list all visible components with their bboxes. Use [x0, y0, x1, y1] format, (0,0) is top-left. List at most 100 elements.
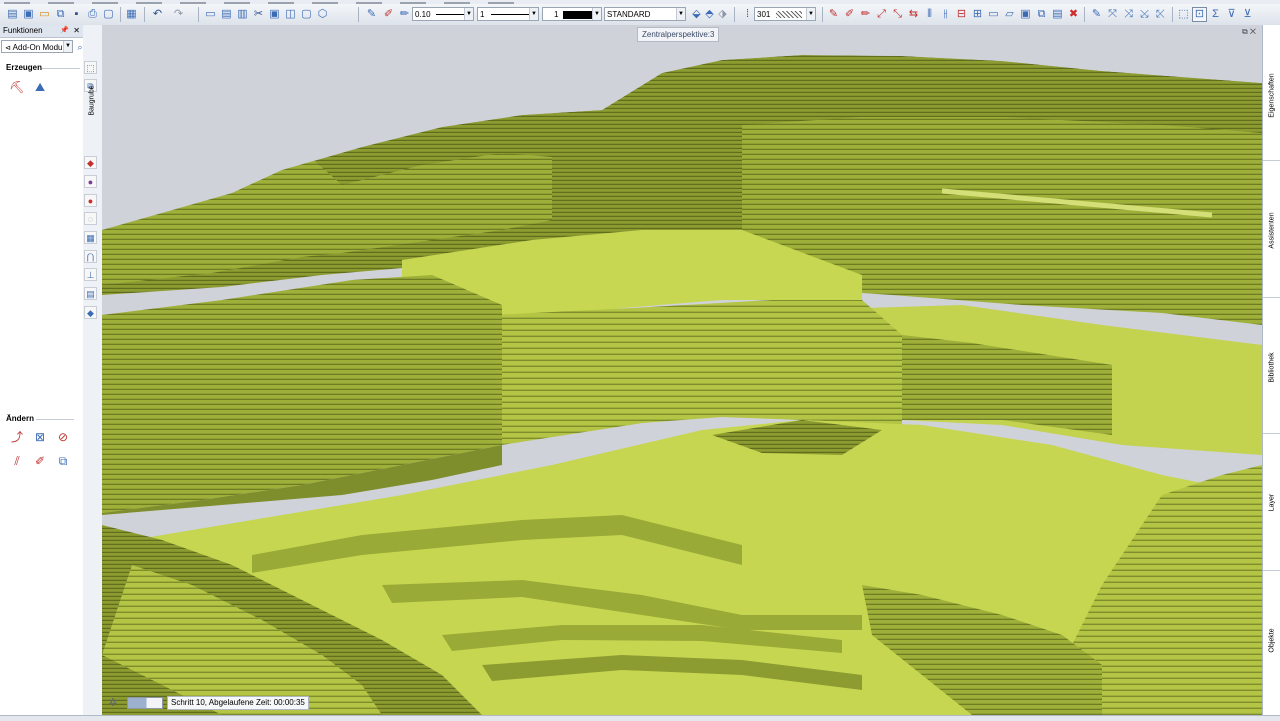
- modify-icon[interactable]: ⊟: [954, 7, 969, 22]
- cut-icon[interactable]: ✂: [251, 7, 266, 22]
- progress-bar: [127, 697, 163, 709]
- excavation-create-icon[interactable]: ⛏: [9, 79, 25, 95]
- filter-off-icon[interactable]: ⊻: [1240, 7, 1255, 22]
- functions-panel-header: Funktionen 📌 ✕: [0, 25, 83, 38]
- modify-icon[interactable]: ⤡: [890, 7, 905, 22]
- color-no-value: 1: [554, 10, 559, 19]
- undo-icon[interactable]: ↶: [150, 7, 165, 22]
- modify-line-icon[interactable]: ⤴: [9, 429, 25, 445]
- modify-icon[interactable]: ✏: [858, 7, 873, 22]
- line-icon[interactable]: ▭: [203, 7, 218, 22]
- 3d-viewport[interactable]: ⧉ ✕: [102, 25, 1262, 715]
- pen-color-icon[interactable]: ✐: [381, 7, 396, 22]
- paste-icon[interactable]: ▣: [267, 7, 282, 22]
- strip-tool-icon[interactable]: ⋂: [84, 250, 97, 263]
- layout-icon[interactable]: ◫: [283, 7, 298, 22]
- chevron-down-icon[interactable]: ▼: [529, 8, 538, 20]
- strip-tool-icon[interactable]: ▤: [84, 287, 97, 300]
- zoom-icon[interactable]: ⊡: [1192, 7, 1207, 22]
- pencil-icon[interactable]: ✏: [397, 7, 412, 22]
- chevron-down-icon[interactable]: ▼: [806, 8, 815, 20]
- new-file-icon[interactable]: ▤: [5, 7, 20, 22]
- delete-icon[interactable]: ✖: [1066, 7, 1081, 22]
- strip-tool-icon[interactable]: ●: [84, 194, 97, 207]
- strip-tool-icon[interactable]: ◌: [84, 212, 97, 225]
- main-toolbar: ▤ ▣ ▭ ⧉ ▪ ⎙ ▢ ▦ ↶ ↷ ▭ ▤ ▥ ✂ ▣ ◫ ▢ ⬡ ✎ ✐ …: [0, 4, 1280, 26]
- strip-tool-icon[interactable]: ⊥: [84, 268, 97, 281]
- save-icon[interactable]: ▪: [69, 7, 84, 22]
- viewport-window-controls[interactable]: ⧉ ✕: [1242, 27, 1256, 37]
- tab-eigenschaften[interactable]: Eigenschaften: [1263, 65, 1280, 125]
- strip-tool-icon[interactable]: ●: [84, 175, 97, 188]
- pin-icon[interactable]: 📌: [60, 25, 69, 37]
- module-select[interactable]: ⊲ Add-On Modul ▼: [1, 40, 73, 53]
- color-select[interactable]: 1 ▼: [542, 7, 602, 21]
- measure-icon[interactable]: ⤧: [1105, 7, 1120, 22]
- modify-icon[interactable]: ▭: [986, 7, 1001, 22]
- line-type-value: 1: [480, 10, 485, 19]
- modify-icon[interactable]: ▱: [1002, 7, 1017, 22]
- rect-icon[interactable]: ▤: [219, 7, 234, 22]
- modify-icon[interactable]: ▤: [1050, 7, 1065, 22]
- baugrube-tab[interactable]: Baugrube: [84, 70, 100, 130]
- filter-icon[interactable]: ⊽: [1224, 7, 1239, 22]
- chevron-down-icon[interactable]: ▼: [592, 8, 601, 20]
- modify-area-icon[interactable]: ⊠: [32, 429, 48, 445]
- copy-icon[interactable]: ⧉: [53, 7, 68, 22]
- tab-label: Bibliothek: [1268, 351, 1276, 383]
- window-icon[interactable]: ▢: [101, 7, 116, 22]
- line-type-select[interactable]: 1 ▼: [477, 7, 539, 21]
- modify-icon[interactable]: ⇆: [906, 7, 921, 22]
- tab-layer[interactable]: Layer: [1263, 472, 1280, 532]
- print-icon[interactable]: ⎙: [85, 7, 100, 22]
- modify-icon[interactable]: ✎: [826, 7, 841, 22]
- strip-tool-icon[interactable]: ◆: [84, 306, 97, 319]
- modify-copy-icon[interactable]: ⧉: [55, 453, 71, 469]
- pattern-icon[interactable]: ⁞: [740, 7, 755, 22]
- pen-thickness-select[interactable]: 0.10 ▼: [412, 7, 474, 21]
- tab-objekte[interactable]: Objekte: [1263, 610, 1280, 670]
- modify-icon[interactable]: ⧉: [1034, 7, 1049, 22]
- close-icon[interactable]: ✕: [73, 25, 80, 37]
- chevron-down-icon[interactable]: ▼: [63, 41, 72, 52]
- measure-icon[interactable]: ⤪: [1153, 7, 1168, 22]
- select-icon[interactable]: ⬚: [1176, 7, 1191, 22]
- modify-icon[interactable]: ⫲: [938, 7, 953, 22]
- measure-icon[interactable]: ✎: [1089, 7, 1104, 22]
- bottom-status-strip: [0, 715, 1280, 721]
- folder-icon[interactable]: ▭: [37, 7, 52, 22]
- modify-slope-icon[interactable]: ⫽: [9, 453, 25, 469]
- modify-icon[interactable]: ⫴: [922, 7, 937, 22]
- measure-icon[interactable]: ⤨: [1121, 7, 1136, 22]
- pattern-select[interactable]: 301 ▼: [754, 7, 816, 21]
- layer-value: STANDARD: [607, 10, 651, 19]
- tab-label: Layer: [1268, 493, 1276, 511]
- modify-icon[interactable]: ▣: [1018, 7, 1033, 22]
- sum-icon[interactable]: Σ: [1208, 7, 1223, 22]
- modify-icon[interactable]: ⊞: [970, 7, 985, 22]
- cube-icon[interactable]: ⬡: [315, 7, 330, 22]
- view-icon[interactable]: ▢: [299, 7, 314, 22]
- right-panel: Eigenschaften Assistenten Bibliothek Lay…: [1262, 25, 1280, 715]
- layer-select[interactable]: STANDARD ▼: [604, 7, 686, 21]
- chevron-down-icon[interactable]: ▼: [676, 8, 685, 20]
- layer-copy-icon[interactable]: ⬗: [715, 7, 730, 22]
- table-icon[interactable]: ▥: [235, 7, 250, 22]
- grid-icon[interactable]: ▦: [124, 7, 139, 22]
- modify-icon[interactable]: ⤢: [874, 7, 889, 22]
- modify-edge-icon[interactable]: ⊘: [55, 429, 71, 445]
- redo-icon[interactable]: ↷: [171, 7, 186, 22]
- tab-assistenten[interactable]: Assistenten: [1263, 200, 1280, 260]
- chevron-down-icon[interactable]: ▼: [464, 8, 473, 20]
- module-select-value: Add-On Modul: [12, 43, 65, 52]
- module-icon: ⊲: [5, 45, 11, 52]
- strip-tool-icon[interactable]: ▦: [84, 231, 97, 244]
- open-file-icon[interactable]: ▣: [21, 7, 36, 22]
- tab-bibliothek[interactable]: Bibliothek: [1263, 337, 1280, 397]
- measure-icon[interactable]: ⤩: [1137, 7, 1152, 22]
- terrain-create-icon[interactable]: ⛰: [32, 79, 48, 95]
- modify-icon[interactable]: ✐: [842, 7, 857, 22]
- modify-pen-icon[interactable]: ✐: [32, 453, 48, 469]
- pen-icon[interactable]: ✎: [364, 7, 379, 22]
- strip-tool-icon[interactable]: ◆: [84, 156, 97, 169]
